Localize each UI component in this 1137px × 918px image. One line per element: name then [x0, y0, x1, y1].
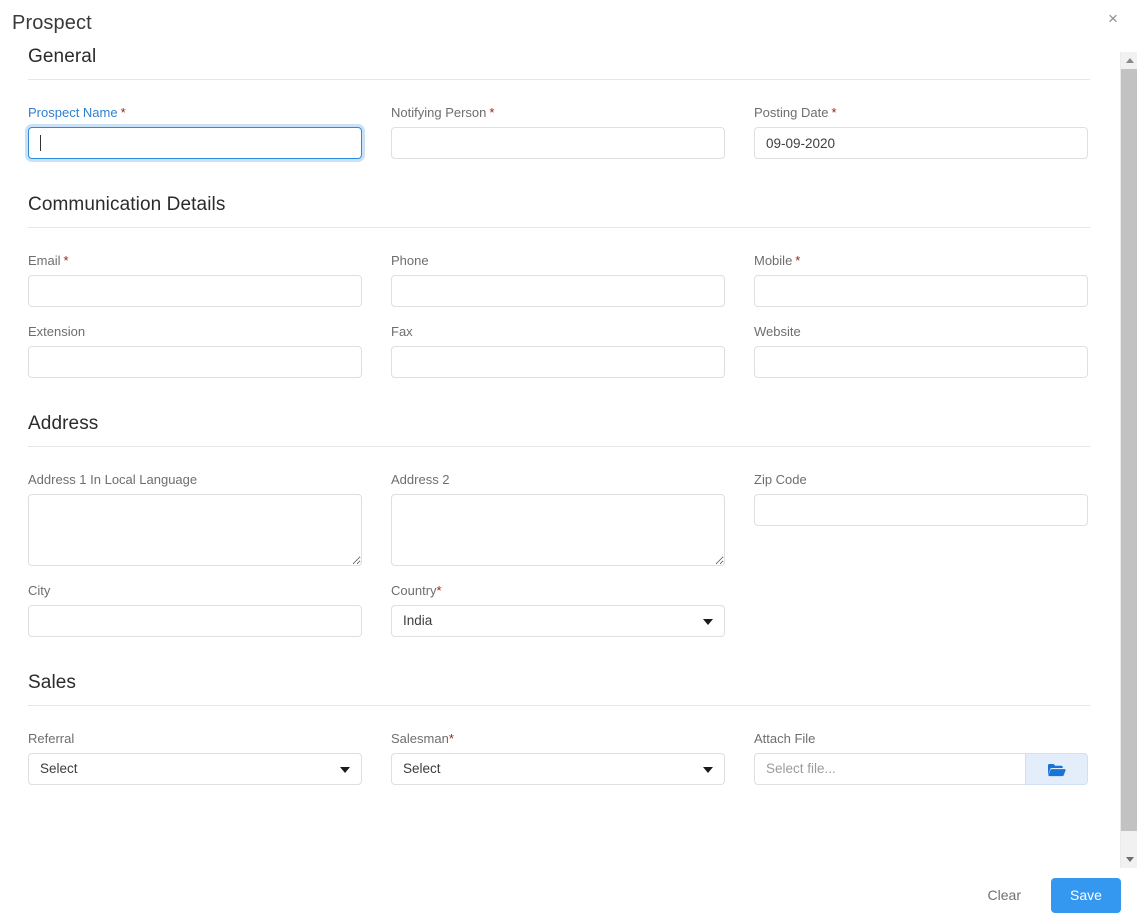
field-label-extension: Extension: [28, 324, 86, 339]
notifying-person-input[interactable]: [391, 127, 725, 159]
field-address-1-local: Address 1 In Local Language: [28, 471, 362, 566]
country-select[interactable]: India: [391, 605, 725, 637]
field-extension: Extension: [28, 323, 362, 378]
field-label-salesman: Salesman*: [391, 731, 454, 746]
scroll-up-arrow-icon: [1125, 58, 1134, 63]
email-input[interactable]: [28, 275, 362, 307]
required-asterisk: *: [489, 105, 495, 120]
modal-footer: Clear Save: [0, 872, 1137, 918]
scroll-down-arrow-icon: [1125, 857, 1134, 862]
field-label-email: Email *: [28, 253, 69, 268]
section-address: Address: [28, 411, 1092, 447]
field-label-prospect-name: Prospect Name *: [28, 105, 126, 120]
required-asterisk: *: [795, 253, 801, 268]
field-referral: Referral Select: [28, 730, 362, 785]
communication-row-2: Extension Fax Website: [28, 323, 1090, 378]
city-input[interactable]: [28, 605, 362, 637]
page-title: Prospect: [12, 12, 92, 34]
field-mobile: Mobile *: [754, 252, 1088, 307]
field-notifying-person: Notifying Person *: [391, 104, 725, 159]
section-general: General: [28, 44, 1092, 80]
address-row-1: Address 1 In Local Language Address 2 Zi…: [28, 471, 1090, 566]
section-communication-details: Communication Details: [28, 192, 1092, 228]
text-caret: [40, 135, 41, 151]
field-fax: Fax: [391, 323, 725, 378]
attach-file-group: Select file...: [754, 753, 1088, 785]
required-asterisk: *: [448, 731, 454, 746]
field-website: Website: [754, 323, 1088, 378]
folder-open-icon: [1048, 763, 1066, 776]
required-asterisk: *: [831, 105, 837, 120]
fax-input[interactable]: [391, 346, 725, 378]
field-address-2: Address 2: [391, 471, 725, 566]
clear-button[interactable]: Clear: [978, 881, 1031, 909]
sales-row-1: Referral Select Salesman* Select Attach …: [28, 730, 1090, 785]
address-1-local-textarea[interactable]: [28, 494, 362, 566]
general-row-1: Prospect Name * Notifying Person * Posting…: [28, 104, 1090, 159]
field-zip-code: Zip Code: [754, 471, 1088, 566]
field-prospect-name: Prospect Name *: [28, 104, 362, 159]
required-asterisk: *: [436, 583, 442, 598]
form-scroll-area: General Prospect Name * Notifying Person *: [0, 44, 1120, 872]
section-title-sales: Sales: [28, 672, 77, 693]
address-row-2-spacer: [754, 582, 1088, 637]
scrollbar-down-button[interactable]: [1121, 851, 1137, 868]
close-icon[interactable]: ×: [1102, 8, 1124, 30]
mobile-input[interactable]: [754, 275, 1088, 307]
website-input[interactable]: [754, 346, 1088, 378]
prospect-name-input[interactable]: [28, 127, 362, 159]
scrollbar-up-button[interactable]: [1121, 52, 1137, 69]
field-label-notifying-person: Notifying Person *: [391, 105, 495, 120]
section-title-communication-details: Communication Details: [28, 194, 226, 215]
prospect-modal: Prospect × General Prospect Name * Notif…: [0, 0, 1137, 918]
phone-input[interactable]: [391, 275, 725, 307]
zip-code-input[interactable]: [754, 494, 1088, 526]
salesman-select[interactable]: Select: [391, 753, 725, 785]
field-label-address-2: Address 2: [391, 472, 450, 487]
field-city: City: [28, 582, 362, 637]
field-label-mobile: Mobile *: [754, 253, 801, 268]
section-title-general: General: [28, 46, 97, 67]
scrollbar-thumb[interactable]: [1121, 69, 1137, 831]
field-email: Email *: [28, 252, 362, 307]
required-asterisk: *: [120, 105, 126, 120]
scrollbar-track[interactable]: [1121, 69, 1137, 851]
field-attach-file: Attach File Select file...: [754, 730, 1088, 785]
attach-file-input[interactable]: Select file...: [754, 753, 1025, 785]
field-label-country: Country*: [391, 583, 442, 598]
field-label-referral: Referral: [28, 731, 75, 746]
browse-file-button[interactable]: [1025, 753, 1088, 785]
address-2-textarea[interactable]: [391, 494, 725, 566]
field-country: Country* India: [391, 582, 725, 637]
communication-row-1: Email * Phone Mobile *: [28, 252, 1090, 307]
prospect-form: General Prospect Name * Notifying Person *: [0, 44, 1120, 815]
save-button[interactable]: Save: [1051, 877, 1121, 913]
field-label-city: City: [28, 583, 51, 598]
referral-select[interactable]: Select: [28, 753, 362, 785]
field-label-website: Website: [754, 324, 801, 339]
address-row-2: City Country* India: [28, 582, 1090, 637]
field-posting-date: Posting Date *: [754, 104, 1088, 159]
section-sales: Sales: [28, 670, 1092, 706]
field-label-zip-code: Zip Code: [754, 472, 807, 487]
field-label-posting-date: Posting Date *: [754, 105, 837, 120]
field-phone: Phone: [391, 252, 725, 307]
field-salesman: Salesman* Select: [391, 730, 725, 785]
field-label-address-1-local: Address 1 In Local Language: [28, 472, 198, 487]
vertical-scrollbar[interactable]: [1120, 52, 1137, 868]
section-title-address: Address: [28, 413, 99, 434]
extension-input[interactable]: [28, 346, 362, 378]
required-asterisk: *: [63, 253, 69, 268]
posting-date-input[interactable]: [754, 127, 1088, 159]
field-label-fax: Fax: [391, 324, 413, 339]
field-label-phone: Phone: [391, 253, 429, 268]
field-label-attach-file: Attach File: [754, 731, 816, 746]
